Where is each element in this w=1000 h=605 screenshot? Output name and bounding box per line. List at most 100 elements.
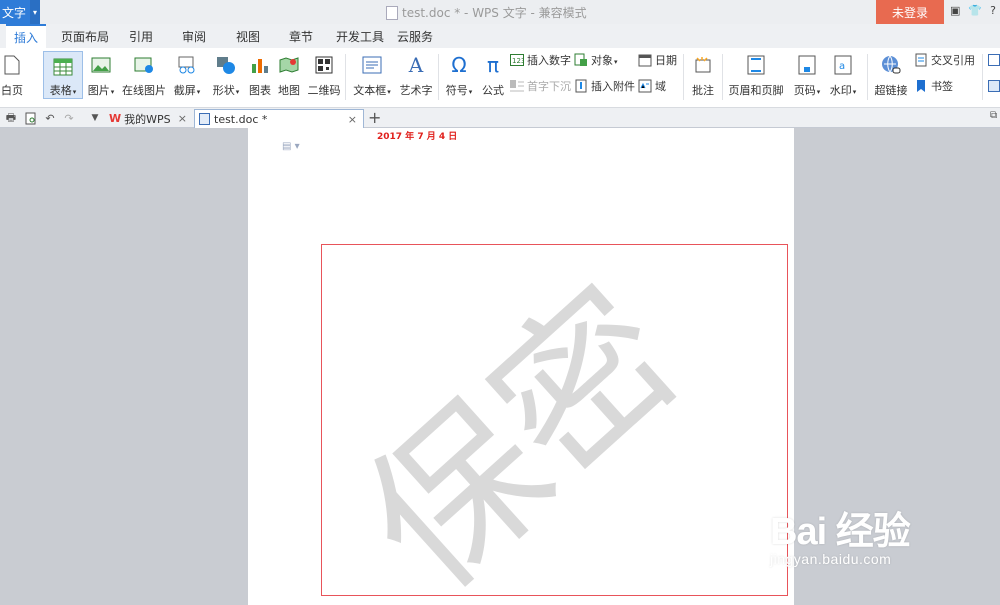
window-title-text: test.doc * - WPS 文字 - 兼容模式 [402, 6, 587, 20]
online-picture-icon [133, 54, 155, 76]
date-label: 日期 [655, 54, 677, 67]
tab-cloud-services[interactable]: 云服务 [397, 24, 433, 48]
qrcode-label: 二维码 [307, 84, 341, 97]
tab-test-doc-label: test.doc * [214, 112, 268, 126]
blank-page-icon [1, 54, 23, 76]
print-preview-icon[interactable] [24, 111, 38, 125]
cross-reference-button[interactable]: 交叉引用 [914, 50, 975, 70]
baidu-brand-text: Bai 经验 [770, 511, 911, 553]
cross-reference-icon [914, 53, 928, 67]
shirt-icon[interactable]: 👕 [968, 4, 982, 17]
map-label: 地图 [278, 84, 300, 97]
field-label: 域 [655, 80, 666, 93]
help-icon[interactable]: ? [990, 4, 996, 17]
hyperlink-icon [880, 54, 902, 76]
baidu-url: jingyan.baidu.com [770, 551, 892, 567]
drop-cap-button[interactable]: 首字下沉 [510, 76, 571, 96]
app-menu-dropdown-icon[interactable]: ▾ [30, 0, 40, 24]
baidu-brand: Bai 经验 [770, 500, 911, 555]
more-tools-button[interactable] [987, 50, 1000, 70]
shape-label: 形状▾ [212, 84, 240, 97]
picture-button[interactable]: 图片▾ [85, 48, 117, 106]
divider [867, 54, 868, 100]
title-bar: 文字 ▾ test.doc * - WPS 文字 - 兼容模式 未登录 ▣ 👕 … [0, 0, 1000, 24]
watermark-button[interactable]: a 水印▾ [826, 48, 860, 106]
restore-icon[interactable]: ⧉ [990, 110, 997, 121]
art-text-button[interactable]: A 艺术字 [399, 48, 433, 106]
skin-icon[interactable]: ▣ [950, 4, 960, 17]
new-tab-icon[interactable]: + [368, 108, 381, 127]
screenshot-label: 截屏▾ [173, 84, 201, 97]
shape-icon [215, 54, 237, 76]
ribbon-tabs: 插入 页面布局 引用 审阅 视图 章节 开发工具 云服务 [0, 24, 1000, 48]
tab-page-layout[interactable]: 页面布局 [61, 24, 109, 48]
object-label: 对象▾ [591, 54, 618, 67]
attachment-icon [574, 79, 588, 93]
textbox-button[interactable]: 文本框▾ [350, 48, 394, 106]
more-tools-button-2[interactable] [987, 76, 1000, 96]
hyperlink-button[interactable]: 超链接 [872, 48, 910, 106]
gear-icon [987, 79, 1000, 93]
print-icon[interactable]: 🖶 [4, 111, 18, 125]
chart-button[interactable]: 图表 [248, 48, 272, 106]
object-button[interactable]: 对象▾ [574, 50, 618, 70]
number-icon: 123 [510, 53, 524, 67]
screenshot-button[interactable]: 截屏▾ [172, 48, 202, 106]
qrcode-icon [313, 54, 335, 76]
header-footer-button[interactable]: 页眉和页脚 [728, 48, 784, 106]
app-menu-button[interactable]: 文字 ▾ [0, 0, 40, 24]
insert-number-button[interactable]: 123 插入数字 [510, 50, 571, 70]
close-icon[interactable]: × [178, 112, 187, 125]
tab-references[interactable]: 引用 [129, 24, 153, 48]
online-picture-label: 在线图片 [122, 84, 166, 97]
tab-test-doc[interactable]: test.doc * × [194, 109, 364, 128]
document-page[interactable]: ▤ ▾ 2017 年 7 月 4 日 保密 [248, 128, 794, 605]
tab-review[interactable]: 审阅 [182, 24, 206, 48]
comment-button[interactable]: 批注 [688, 48, 718, 106]
object-icon [574, 53, 588, 67]
watermark-text: 保密 [329, 252, 715, 596]
qrcode-button[interactable]: 二维码 [307, 48, 341, 106]
bookmark-icon [914, 79, 928, 93]
undo-icon[interactable]: ↶ [43, 111, 57, 125]
formula-label: 公式 [482, 84, 504, 97]
bookmark-button[interactable]: 书签 [914, 76, 953, 96]
formula-button[interactable]: π 公式 [480, 48, 506, 106]
close-icon[interactable]: × [348, 113, 357, 126]
login-button[interactable]: 未登录 [876, 0, 944, 24]
textbox-label: 文本框▾ [353, 84, 391, 97]
attachment-button[interactable]: 插入附件 [574, 76, 635, 96]
wps-logo-icon: W [109, 112, 122, 125]
paste-options-icon[interactable]: ▤ ▾ [282, 141, 300, 152]
quick-access-dropdown-icon[interactable]: ▼ [88, 111, 102, 125]
map-icon [278, 54, 300, 76]
tab-chapter[interactable]: 章节 [289, 24, 313, 48]
redo-icon[interactable]: ↷ [62, 111, 76, 125]
divider [683, 54, 684, 100]
online-picture-button[interactable]: 在线图片 [122, 48, 166, 106]
app-label: 文字 [2, 5, 27, 20]
field-button[interactable]: 域 [638, 76, 666, 96]
watermark-frame: 保密 [321, 244, 788, 596]
symbol-button[interactable]: Ω 符号▾ [442, 48, 476, 106]
art-text-label: 艺术字 [399, 84, 433, 97]
blank-page-button[interactable]: 白页 [0, 48, 24, 106]
shape-button[interactable]: 形状▾ [209, 48, 243, 106]
bar-chart-icon [249, 54, 271, 76]
tab-my-wps[interactable]: W 我的WPS × [105, 109, 193, 128]
cross-reference-label: 交叉引用 [931, 54, 975, 67]
date-button[interactable]: 日期 [638, 50, 677, 70]
page-number-button[interactable]: 页码▾ [790, 48, 824, 106]
tab-view[interactable]: 视图 [236, 24, 260, 48]
svg-text:a: a [839, 61, 845, 72]
insert-number-label: 插入数字 [527, 54, 571, 67]
divider [345, 54, 346, 100]
drop-cap-icon [510, 79, 524, 93]
scissors-icon [176, 54, 198, 76]
page-number-label: 页码▾ [793, 84, 821, 97]
tab-developer[interactable]: 开发工具 [336, 24, 384, 48]
tab-insert[interactable]: 插入 [6, 24, 46, 48]
table-button[interactable]: 表格▾ [43, 51, 83, 99]
map-button[interactable]: 地图 [277, 48, 301, 106]
picture-icon [90, 54, 112, 76]
